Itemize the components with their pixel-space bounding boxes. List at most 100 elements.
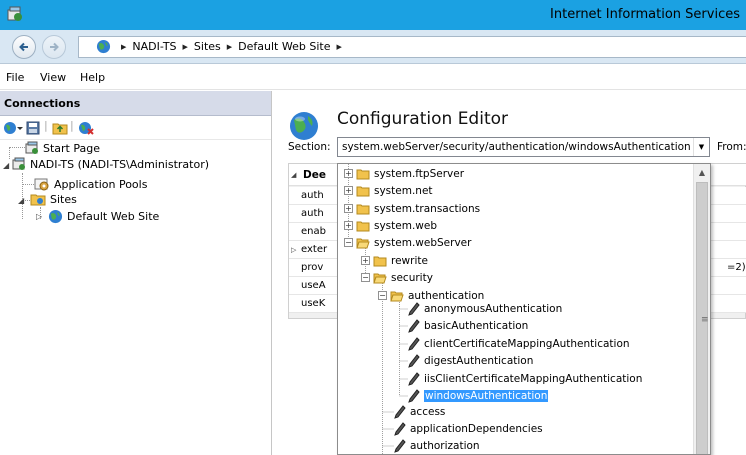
breadcrumb-default-site[interactable]: Default Web Site <box>238 40 330 53</box>
breadcrumb-server[interactable]: NADI-TS <box>132 40 176 53</box>
tree-node-authorization[interactable]: authorization <box>394 438 480 454</box>
window-title: Internet Information Services <box>550 7 740 22</box>
tree-default-web-site[interactable]: Default Web Site <box>48 208 159 224</box>
menu-bar: File View Help <box>0 65 746 90</box>
folder-open-icon <box>390 291 404 302</box>
section-pen-icon <box>394 439 406 453</box>
tree-node-label: system.ftpServer <box>374 168 465 180</box>
folder-icon <box>373 256 387 267</box>
tree-node-system-transactions[interactable]: system.transactions <box>356 201 480 217</box>
tree-node-client-certificate-mapping-authentication[interactable]: clientCertificateMappingAuthentication <box>408 336 630 352</box>
tree-node-security[interactable]: security <box>373 270 433 286</box>
address-bar: ▶ NADI-TS ▶ Sites ▶ Default Web Site ▶ <box>0 30 746 64</box>
connections-header: Connections <box>0 91 271 116</box>
section-pen-icon <box>408 302 420 316</box>
tree-application-pools[interactable]: Application Pools <box>34 176 147 192</box>
tree-node-system-webserver[interactable]: system.webServer <box>356 235 471 251</box>
breadcrumb-separator-icon[interactable]: ▶ <box>336 43 341 51</box>
section-pen-icon <box>394 422 406 436</box>
expand-toggle-icon[interactable]: + <box>344 221 353 230</box>
menu-view[interactable]: View <box>40 71 66 84</box>
collapse-icon[interactable]: ◢ <box>18 196 24 205</box>
section-pen-icon <box>408 372 420 386</box>
tree-application-pools-label: Application Pools <box>54 177 148 191</box>
sites-folder-icon <box>30 194 46 206</box>
section-combobox[interactable]: system.webServer/security/authentication… <box>337 137 710 157</box>
tree-node-label: authorization <box>410 440 480 452</box>
tree-node-iis-client-certificate-mapping-authentication[interactable]: iisClientCertificateMappingAuthenticatio… <box>408 371 642 387</box>
dropdown-scrollbar[interactable]: ▲ ≡ <box>693 164 710 454</box>
scroll-up-arrow-icon[interactable]: ▲ <box>694 164 710 181</box>
toolbar-separator: | <box>44 119 48 132</box>
arrow-right-icon <box>50 42 59 52</box>
tree-node-digest-authentication[interactable]: digestAuthentication <box>408 353 533 369</box>
tree-node-windows-authentication[interactable]: windowsAuthentication <box>408 388 550 404</box>
row-label: useK <box>301 298 326 309</box>
folder-icon <box>356 204 370 215</box>
scrollbar-grip-icon: ≡ <box>701 315 709 325</box>
from-label: From: <box>717 141 746 153</box>
tree-node-label: rewrite <box>391 255 428 267</box>
tree-server[interactable]: NADI-TS (NADI-TS\Administrator) <box>12 156 209 172</box>
tree-node-anonymous-authentication[interactable]: anonymousAuthentication <box>408 301 562 317</box>
tree-node-system-net[interactable]: system.net <box>356 183 433 199</box>
iis-app-icon <box>7 6 22 21</box>
menu-help[interactable]: Help <box>80 71 105 84</box>
tree-node-label: system.web <box>374 220 438 232</box>
tree-line <box>22 184 34 185</box>
folder-icon <box>356 186 370 197</box>
back-button[interactable] <box>12 35 36 59</box>
breadcrumb-separator-icon: ▶ <box>121 42 127 51</box>
tree-sites[interactable]: Sites <box>30 191 77 207</box>
tree-node-basic-authentication[interactable]: basicAuthentication <box>408 318 528 334</box>
save-icon[interactable] <box>26 121 40 135</box>
tree-node-system-ftpserver[interactable]: system.ftpServer <box>356 166 464 182</box>
row-label: prov <box>301 262 324 273</box>
row-value: =2) <box>727 262 746 273</box>
address-field[interactable]: ▶ NADI-TS ▶ Sites ▶ Default Web Site ▶ <box>78 36 746 58</box>
tree-line <box>9 147 25 148</box>
section-dropdown-tree[interactable]: + system.ftpServer + system.net + system… <box>337 163 711 455</box>
tree-server-label: NADI-TS (NADI-TS\Administrator) <box>30 157 210 171</box>
expand-toggle-icon[interactable]: + <box>344 169 353 178</box>
section-label: Section: <box>288 141 331 153</box>
menu-file[interactable]: File <box>6 71 24 84</box>
tree-start-page-label: Start Page <box>43 141 100 155</box>
section-pen-icon <box>394 405 406 419</box>
collapse-toggle-icon[interactable]: − <box>344 238 353 247</box>
tree-sites-label: Sites <box>50 192 77 206</box>
tree-node-rewrite[interactable]: rewrite <box>373 253 428 269</box>
expand-toggle-icon[interactable]: + <box>344 186 353 195</box>
tree-node-application-dependencies[interactable]: applicationDependencies <box>394 421 543 437</box>
tree-node-label: applicationDependencies <box>410 423 543 435</box>
expand-toggle-icon[interactable]: + <box>361 256 370 265</box>
globe-icon <box>96 39 111 54</box>
collapse-icon[interactable]: ◢ <box>3 161 9 170</box>
breadcrumb-separator-icon: ▶ <box>182 42 188 51</box>
dropdown-arrow-icon[interactable]: ▼ <box>693 138 709 156</box>
scrollbar-thumb[interactable]: ≡ <box>696 182 709 454</box>
expand-toggle-icon[interactable]: + <box>344 204 353 213</box>
disconnect-icon[interactable] <box>78 121 94 135</box>
expand-icon[interactable]: ▷ <box>291 246 296 254</box>
collapse-toggle-icon[interactable]: − <box>361 273 370 282</box>
tree-node-label: system.webServer <box>374 237 472 249</box>
folder-up-icon[interactable] <box>52 121 68 135</box>
tree-node-label: system.transactions <box>374 203 481 215</box>
section-pen-icon <box>408 354 420 368</box>
server-icon <box>12 157 25 170</box>
collapse-toggle-icon[interactable]: − <box>378 291 387 300</box>
tree-node-label: clientCertificateMappingAuthentication <box>424 338 630 350</box>
connections-toolbar: | | <box>0 116 271 140</box>
tree-node-access[interactable]: access <box>394 404 445 420</box>
connect-globe-icon[interactable] <box>3 121 23 135</box>
tree-start-page[interactable]: Start Page <box>25 140 100 156</box>
breadcrumb-sites[interactable]: Sites <box>194 40 221 53</box>
forward-button[interactable] <box>42 35 66 59</box>
folder-icon <box>356 169 370 180</box>
expand-icon[interactable]: ▷ <box>36 212 42 221</box>
grid-header-label: Dee <box>303 169 326 181</box>
collapse-icon[interactable]: ◢ <box>291 171 296 179</box>
tree-node-system-web[interactable]: system.web <box>356 218 437 234</box>
connections-pane: Connections | | Start Page ◢ NADI-TS (NA… <box>0 91 272 455</box>
